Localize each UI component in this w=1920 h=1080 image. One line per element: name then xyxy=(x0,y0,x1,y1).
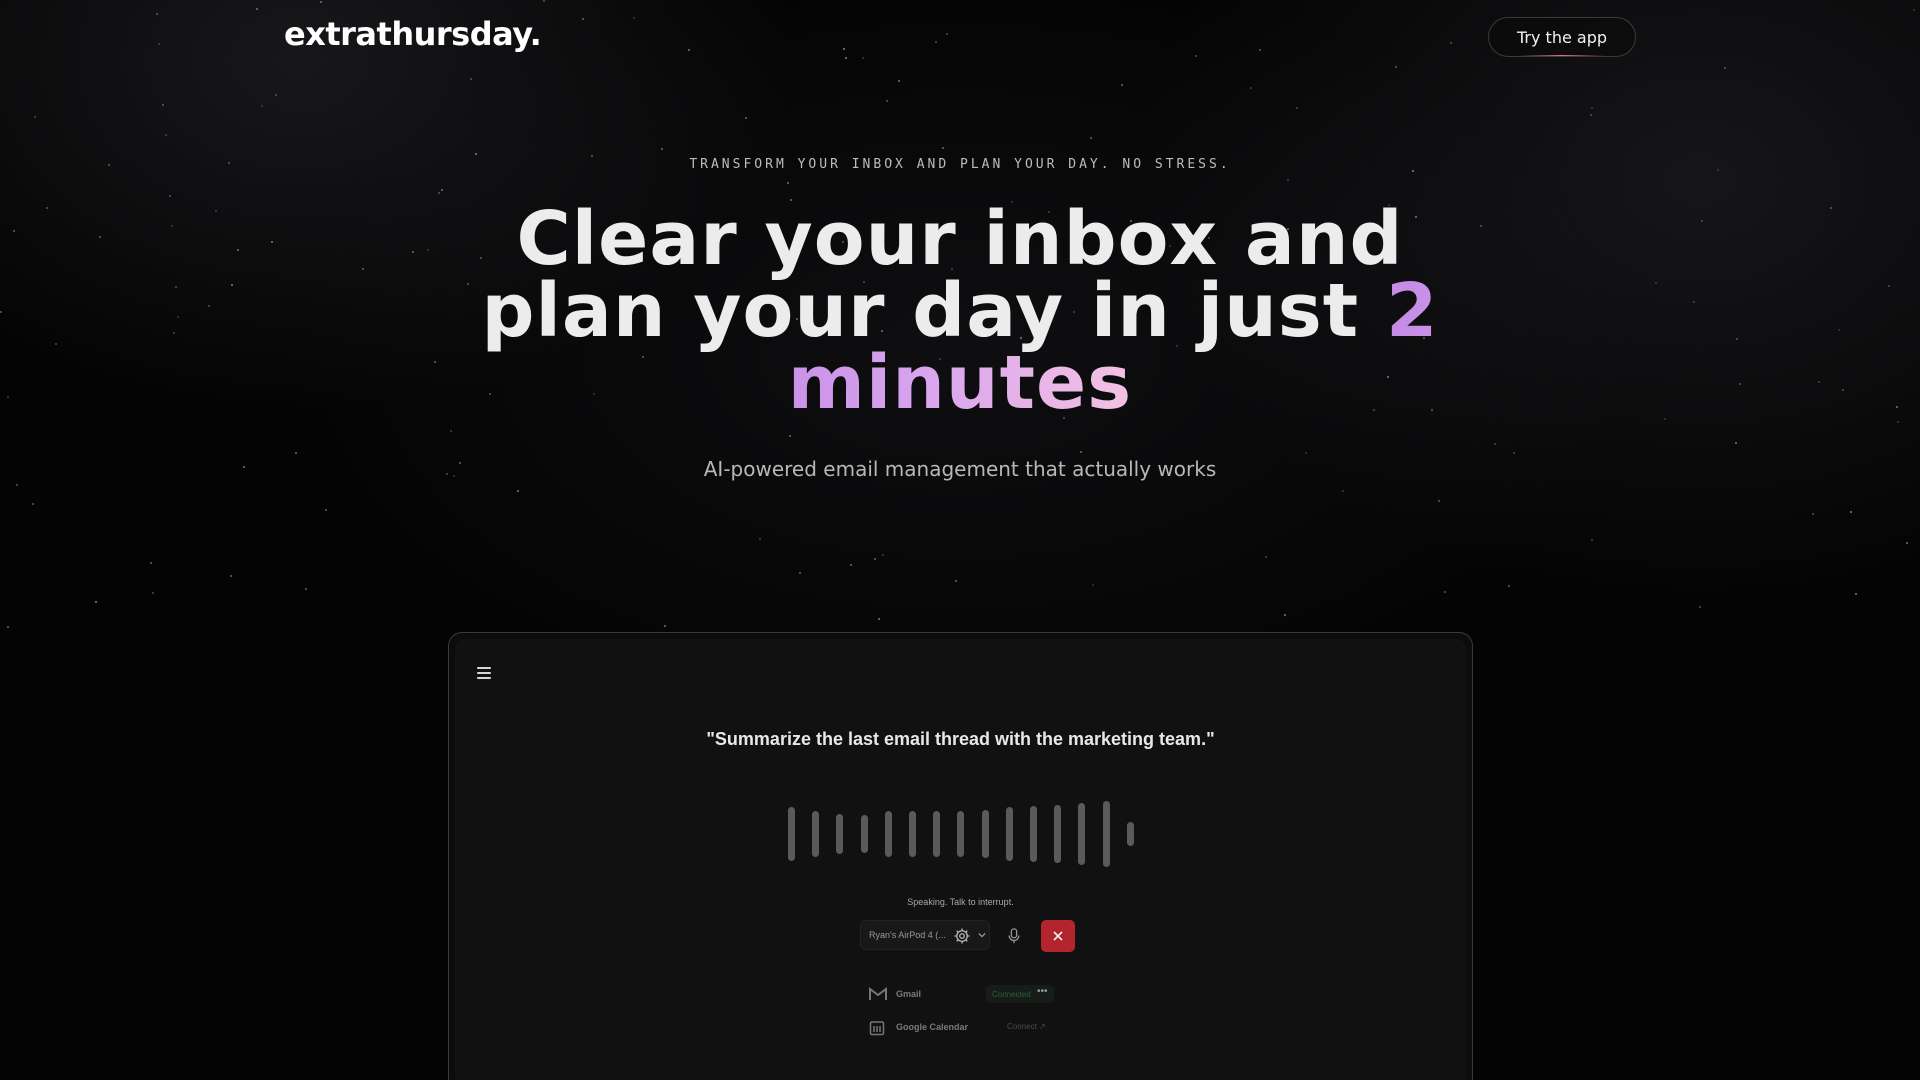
waveform-bar xyxy=(812,811,820,857)
chevron-down-icon xyxy=(978,932,986,938)
waveform-bar xyxy=(1126,822,1134,846)
end-call-button[interactable] xyxy=(1041,920,1075,952)
audio-waveform xyxy=(788,799,1148,869)
waveform-bar xyxy=(1030,806,1037,862)
waveform-bar xyxy=(909,811,916,857)
waveform-bar xyxy=(1078,803,1086,865)
waveform-bar xyxy=(860,815,868,853)
hero-headline: Clear your inbox and plan your day in ju… xyxy=(460,202,1460,420)
waveform-bar xyxy=(933,811,941,857)
waveform-bar xyxy=(981,810,989,858)
calendar-icon xyxy=(869,1021,885,1036)
gmail-icon xyxy=(869,987,887,1000)
gear-icon[interactable] xyxy=(953,927,971,945)
hamburger-menu-icon[interactable] xyxy=(477,667,491,679)
waveform-bar xyxy=(1005,807,1013,861)
top-nav: extrathursday. Try the app xyxy=(0,0,1920,72)
waveform-bar xyxy=(1054,805,1062,863)
brand-logo[interactable]: extrathursday. xyxy=(284,15,542,53)
waveform-bar xyxy=(836,814,844,854)
waveform-bar xyxy=(1102,801,1110,867)
waveform-bar xyxy=(788,807,795,861)
integration-name: Gmail xyxy=(896,989,922,999)
headline-text: Clear your inbox and plan your day in ju… xyxy=(481,196,1404,354)
voice-status-text: Speaking. Talk to interrupt. xyxy=(907,897,1014,907)
try-app-button[interactable]: Try the app xyxy=(1488,17,1636,57)
waveform-bar xyxy=(957,811,965,857)
app-preview-frame: "Summarize the last email thread with th… xyxy=(448,632,1473,1080)
app-preview-screen: "Summarize the last email thread with th… xyxy=(455,639,1466,1080)
microphone-icon[interactable] xyxy=(1007,928,1021,944)
voice-prompt-quote: "Summarize the last email thread with th… xyxy=(706,729,1215,749)
hero-subtitle: AI-powered email management that actuall… xyxy=(703,457,1217,481)
audio-device-select[interactable]: Ryan's AirPod 4 (... xyxy=(860,920,990,950)
integration-google-calendar: Google Calendar Connect ↗ xyxy=(869,1018,1059,1038)
waveform-bar xyxy=(884,811,892,857)
connect-link[interactable]: Connect ↗ xyxy=(1007,1022,1046,1031)
more-options-icon[interactable]: ••• xyxy=(1037,986,1048,997)
close-icon xyxy=(1053,931,1063,941)
audio-device-label: Ryan's AirPod 4 (... xyxy=(869,930,946,940)
integration-name: Google Calendar xyxy=(896,1022,969,1032)
integration-gmail: Gmail Connected ••• xyxy=(869,985,1059,1005)
hero-eyebrow: TRANSFORM YOUR INBOX AND PLAN YOUR DAY. … xyxy=(689,157,1231,172)
